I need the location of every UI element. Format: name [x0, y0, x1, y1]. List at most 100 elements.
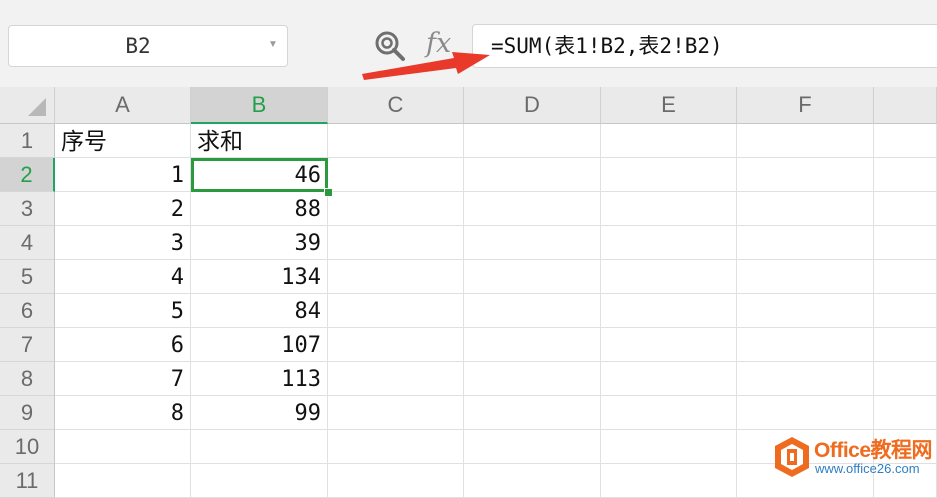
column-header-f[interactable]: F	[737, 87, 874, 124]
cell-d1[interactable]	[464, 124, 601, 158]
column-header-partial[interactable]	[874, 87, 937, 124]
cell-d7[interactable]	[464, 328, 601, 362]
cell-g3[interactable]	[874, 192, 937, 226]
cell-d3[interactable]	[464, 192, 601, 226]
select-all-triangle-icon	[28, 98, 46, 116]
formula-input[interactable]: =SUM(表1!B2,表2!B2)	[472, 24, 937, 68]
cell-f3[interactable]	[737, 192, 874, 226]
cell-e10[interactable]	[601, 430, 737, 464]
cell-b9[interactable]: 99	[191, 396, 328, 430]
cell-f2[interactable]	[737, 158, 874, 192]
row-header-3[interactable]: 3	[0, 192, 55, 226]
cell-a3[interactable]: 2	[55, 192, 191, 226]
cell-a2[interactable]: 1	[55, 158, 191, 192]
name-box[interactable]: B2 ▼	[8, 25, 288, 67]
cell-g9[interactable]	[874, 396, 937, 430]
row-header-8[interactable]: 8	[0, 362, 55, 396]
cell-b8[interactable]: 113	[191, 362, 328, 396]
cell-c3[interactable]	[328, 192, 464, 226]
cell-a6[interactable]: 5	[55, 294, 191, 328]
watermark-url: www.office26.com	[815, 461, 920, 476]
chevron-down-icon[interactable]: ▼	[267, 39, 279, 51]
cell-e8[interactable]	[601, 362, 737, 396]
cell-d10[interactable]	[464, 430, 601, 464]
cell-d9[interactable]	[464, 396, 601, 430]
cell-b4[interactable]: 39	[191, 226, 328, 260]
row-header-1[interactable]: 1	[0, 124, 55, 158]
cell-a5[interactable]: 4	[55, 260, 191, 294]
cell-b11[interactable]	[191, 464, 328, 498]
column-header-b[interactable]: B	[191, 87, 328, 124]
cell-a9[interactable]: 8	[55, 396, 191, 430]
cell-c2[interactable]	[328, 158, 464, 192]
cell-e2[interactable]	[601, 158, 737, 192]
cell-c9[interactable]	[328, 396, 464, 430]
cell-b2[interactable]: 46	[191, 158, 328, 192]
cell-a1[interactable]: 序号	[55, 124, 191, 158]
cell-b7[interactable]: 107	[191, 328, 328, 362]
cell-g2[interactable]	[874, 158, 937, 192]
cell-e5[interactable]	[601, 260, 737, 294]
cell-f9[interactable]	[737, 396, 874, 430]
cell-a10[interactable]	[55, 430, 191, 464]
cell-a4[interactable]: 3	[55, 226, 191, 260]
select-all-corner[interactable]	[0, 87, 55, 124]
cell-b3[interactable]: 88	[191, 192, 328, 226]
cell-f1[interactable]	[737, 124, 874, 158]
cell-c7[interactable]	[328, 328, 464, 362]
cell-c8[interactable]	[328, 362, 464, 396]
fill-handle[interactable]	[324, 188, 333, 197]
cell-d8[interactable]	[464, 362, 601, 396]
column-header-c[interactable]: C	[328, 87, 464, 124]
cell-a8[interactable]: 7	[55, 362, 191, 396]
cell-f8[interactable]	[737, 362, 874, 396]
cell-f4[interactable]	[737, 226, 874, 260]
cell-a7[interactable]: 6	[55, 328, 191, 362]
row-header-10[interactable]: 10	[0, 430, 55, 464]
cell-e1[interactable]	[601, 124, 737, 158]
watermark: Office教程网 www.office26.com	[768, 432, 937, 485]
cell-c5[interactable]	[328, 260, 464, 294]
cell-g7[interactable]	[874, 328, 937, 362]
cell-c4[interactable]	[328, 226, 464, 260]
watermark-title: Office教程网	[814, 439, 933, 462]
cell-c10[interactable]	[328, 430, 464, 464]
cell-g6[interactable]	[874, 294, 937, 328]
cell-d6[interactable]	[464, 294, 601, 328]
cell-e4[interactable]	[601, 226, 737, 260]
cell-b6[interactable]: 84	[191, 294, 328, 328]
cell-b1[interactable]: 求和	[191, 124, 328, 158]
row-header-6[interactable]: 6	[0, 294, 55, 328]
row-header-9[interactable]: 9	[0, 396, 55, 430]
column-header-a[interactable]: A	[55, 87, 191, 124]
cell-f7[interactable]	[737, 328, 874, 362]
cell-e11[interactable]	[601, 464, 737, 498]
cell-e3[interactable]	[601, 192, 737, 226]
cell-g8[interactable]	[874, 362, 937, 396]
cell-d4[interactable]	[464, 226, 601, 260]
cell-f5[interactable]	[737, 260, 874, 294]
cell-b5[interactable]: 134	[191, 260, 328, 294]
cell-b10[interactable]	[191, 430, 328, 464]
cell-g1[interactable]	[874, 124, 937, 158]
row-header-5[interactable]: 5	[0, 260, 55, 294]
row-header-7[interactable]: 7	[0, 328, 55, 362]
cell-a11[interactable]	[55, 464, 191, 498]
column-header-e[interactable]: E	[601, 87, 737, 124]
cell-f6[interactable]	[737, 294, 874, 328]
cell-d2[interactable]	[464, 158, 601, 192]
row-header-4[interactable]: 4	[0, 226, 55, 260]
cell-g5[interactable]	[874, 260, 937, 294]
cell-g4[interactable]	[874, 226, 937, 260]
row-header-2[interactable]: 2	[0, 158, 55, 192]
cell-e9[interactable]	[601, 396, 737, 430]
column-header-d[interactable]: D	[464, 87, 601, 124]
cell-e6[interactable]	[601, 294, 737, 328]
cell-c11[interactable]	[328, 464, 464, 498]
cell-c1[interactable]	[328, 124, 464, 158]
cell-c6[interactable]	[328, 294, 464, 328]
cell-e7[interactable]	[601, 328, 737, 362]
row-header-11[interactable]: 11	[0, 464, 55, 498]
cell-d5[interactable]	[464, 260, 601, 294]
cell-d11[interactable]	[464, 464, 601, 498]
